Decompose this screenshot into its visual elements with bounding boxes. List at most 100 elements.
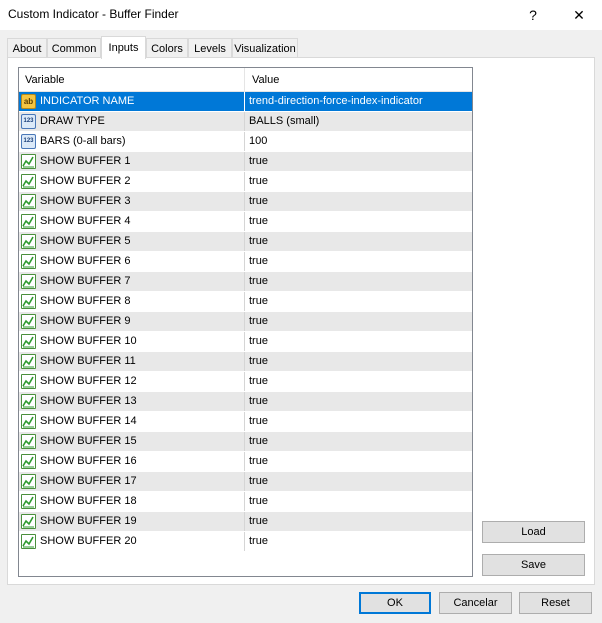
- help-icon: ?: [529, 7, 537, 23]
- table-row[interactable]: 123 DRAW TYPE BALLS (small): [19, 112, 472, 132]
- variable-cell[interactable]: SHOW BUFFER 20: [19, 532, 245, 551]
- value-cell[interactable]: true: [246, 232, 472, 251]
- variable-name: SHOW BUFFER 15: [40, 435, 137, 447]
- variable-name: SHOW BUFFER 8: [40, 295, 131, 307]
- value-cell[interactable]: true: [246, 212, 472, 231]
- variable-cell[interactable]: SHOW BUFFER 1: [19, 152, 245, 171]
- table-row[interactable]: SHOW BUFFER 16 true: [19, 452, 472, 472]
- table-row[interactable]: SHOW BUFFER 14 true: [19, 412, 472, 432]
- inputs-grid[interactable]: Variable Value ab INDICATOR NAME trend-dir…: [18, 67, 473, 577]
- bool-chart-icon: [21, 194, 36, 209]
- table-row[interactable]: SHOW BUFFER 7 true: [19, 272, 472, 292]
- ok-button[interactable]: OK: [359, 592, 431, 614]
- variable-cell[interactable]: SHOW BUFFER 11: [19, 352, 245, 371]
- variable-cell[interactable]: ab INDICATOR NAME: [19, 92, 245, 111]
- value-cell[interactable]: trend-direction-force-index-indicator: [246, 92, 472, 111]
- value-cell[interactable]: BALLS (small): [246, 112, 472, 131]
- value-cell[interactable]: true: [246, 372, 472, 391]
- tab-inputs[interactable]: Inputs: [101, 36, 146, 59]
- table-row[interactable]: SHOW BUFFER 13 true: [19, 392, 472, 412]
- value-cell[interactable]: true: [246, 412, 472, 431]
- table-row[interactable]: SHOW BUFFER 10 true: [19, 332, 472, 352]
- close-button[interactable]: ✕: [556, 0, 602, 30]
- value-cell[interactable]: true: [246, 532, 472, 551]
- variable-cell[interactable]: SHOW BUFFER 13: [19, 392, 245, 411]
- variable-name: SHOW BUFFER 5: [40, 235, 131, 247]
- column-header-value[interactable]: Value: [246, 68, 472, 92]
- bool-chart-icon: [21, 174, 36, 189]
- value-cell[interactable]: true: [246, 352, 472, 371]
- value-cell[interactable]: 100: [246, 132, 472, 151]
- value-cell[interactable]: true: [246, 452, 472, 471]
- table-row[interactable]: SHOW BUFFER 9 true: [19, 312, 472, 332]
- tab-visualization[interactable]: Visualization: [232, 38, 298, 58]
- value-cell[interactable]: true: [246, 392, 472, 411]
- tab-levels[interactable]: Levels: [188, 38, 232, 58]
- table-row[interactable]: SHOW BUFFER 18 true: [19, 492, 472, 512]
- value-cell[interactable]: true: [246, 432, 472, 451]
- bool-chart-icon: [21, 294, 36, 309]
- bool-chart-icon: [21, 334, 36, 349]
- variable-cell[interactable]: SHOW BUFFER 17: [19, 472, 245, 491]
- table-row[interactable]: SHOW BUFFER 19 true: [19, 512, 472, 532]
- variable-cell[interactable]: SHOW BUFFER 6: [19, 252, 245, 271]
- variable-cell[interactable]: SHOW BUFFER 3: [19, 192, 245, 211]
- save-button[interactable]: Save: [482, 554, 585, 576]
- variable-cell[interactable]: 123 DRAW TYPE: [19, 112, 245, 131]
- table-row[interactable]: ab INDICATOR NAME trend-direction-force-in…: [19, 92, 472, 112]
- variable-cell[interactable]: SHOW BUFFER 10: [19, 332, 245, 351]
- value-cell[interactable]: true: [246, 292, 472, 311]
- tab-about[interactable]: About: [7, 38, 47, 58]
- variable-cell[interactable]: SHOW BUFFER 8: [19, 292, 245, 311]
- variable-name: SHOW BUFFER 13: [40, 395, 137, 407]
- variable-cell[interactable]: SHOW BUFFER 7: [19, 272, 245, 291]
- value-cell[interactable]: true: [246, 492, 472, 511]
- variable-cell[interactable]: SHOW BUFFER 5: [19, 232, 245, 251]
- table-row[interactable]: SHOW BUFFER 1 true: [19, 152, 472, 172]
- column-header-variable[interactable]: Variable: [19, 68, 245, 92]
- table-row[interactable]: SHOW BUFFER 5 true: [19, 232, 472, 252]
- table-row[interactable]: 123 BARS (0-all bars) 100: [19, 132, 472, 152]
- variable-name: SHOW BUFFER 9: [40, 315, 131, 327]
- value-cell[interactable]: true: [246, 332, 472, 351]
- variable-cell[interactable]: SHOW BUFFER 9: [19, 312, 245, 331]
- table-row[interactable]: SHOW BUFFER 3 true: [19, 192, 472, 212]
- table-row[interactable]: SHOW BUFFER 15 true: [19, 432, 472, 452]
- variable-cell[interactable]: SHOW BUFFER 14: [19, 412, 245, 431]
- table-row[interactable]: SHOW BUFFER 4 true: [19, 212, 472, 232]
- bool-chart-icon: [21, 514, 36, 529]
- variable-cell[interactable]: SHOW BUFFER 18: [19, 492, 245, 511]
- cancel-button[interactable]: Cancelar: [439, 592, 512, 614]
- variable-cell[interactable]: SHOW BUFFER 2: [19, 172, 245, 191]
- load-button[interactable]: Load: [482, 521, 585, 543]
- integer-123-icon: 123: [21, 134, 36, 149]
- value-cell[interactable]: true: [246, 312, 472, 331]
- table-row[interactable]: SHOW BUFFER 11 true: [19, 352, 472, 372]
- table-row[interactable]: SHOW BUFFER 6 true: [19, 252, 472, 272]
- table-row[interactable]: SHOW BUFFER 8 true: [19, 292, 472, 312]
- variable-cell[interactable]: SHOW BUFFER 15: [19, 432, 245, 451]
- help-button[interactable]: ?: [510, 0, 556, 30]
- table-row[interactable]: SHOW BUFFER 2 true: [19, 172, 472, 192]
- variable-cell[interactable]: SHOW BUFFER 4: [19, 212, 245, 231]
- reset-button[interactable]: Reset: [519, 592, 592, 614]
- table-row[interactable]: SHOW BUFFER 20 true: [19, 532, 472, 552]
- value-cell[interactable]: true: [246, 172, 472, 191]
- tab-colors[interactable]: Colors: [146, 38, 188, 58]
- tab-common[interactable]: Common: [47, 38, 101, 58]
- value-cell[interactable]: true: [246, 472, 472, 491]
- table-row[interactable]: SHOW BUFFER 12 true: [19, 372, 472, 392]
- value-cell[interactable]: true: [246, 272, 472, 291]
- variable-cell[interactable]: SHOW BUFFER 19: [19, 512, 245, 531]
- bool-chart-icon: [21, 434, 36, 449]
- variable-cell[interactable]: SHOW BUFFER 16: [19, 452, 245, 471]
- table-row[interactable]: SHOW BUFFER 17 true: [19, 472, 472, 492]
- variable-cell[interactable]: 123 BARS (0-all bars): [19, 132, 245, 151]
- value-cell[interactable]: true: [246, 192, 472, 211]
- value-cell[interactable]: true: [246, 252, 472, 271]
- bool-chart-icon: [21, 474, 36, 489]
- variable-cell[interactable]: SHOW BUFFER 12: [19, 372, 245, 391]
- value-cell[interactable]: true: [246, 512, 472, 531]
- value-cell[interactable]: true: [246, 152, 472, 171]
- bool-chart-icon: [21, 214, 36, 229]
